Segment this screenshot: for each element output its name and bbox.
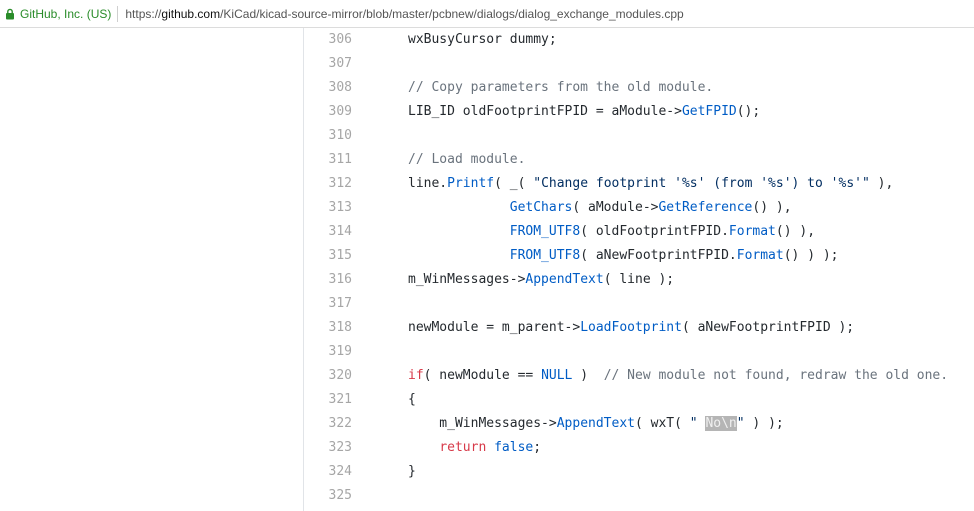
code-line: 314 FROM_UTF8( oldFootprintFPID.Format()… bbox=[304, 220, 974, 244]
code-line: 307 bbox=[304, 52, 974, 76]
code-text: { bbox=[408, 392, 416, 407]
line-number[interactable]: 310 bbox=[304, 124, 352, 148]
line-number[interactable]: 319 bbox=[304, 340, 352, 364]
line-number[interactable]: 316 bbox=[304, 268, 352, 292]
code-line: 315 FROM_UTF8( aNewFootprintFPID.Format(… bbox=[304, 244, 974, 268]
line-number[interactable]: 325 bbox=[304, 484, 352, 508]
line-number[interactable]: 308 bbox=[304, 76, 352, 100]
line-number[interactable]: 320 bbox=[304, 364, 352, 388]
code-line: 309 LIB_ID oldFootprintFPID = aModule->Ge… bbox=[304, 100, 974, 124]
line-number[interactable]: 307 bbox=[304, 52, 352, 76]
code-line: 317 bbox=[304, 292, 974, 316]
line-number[interactable]: 312 bbox=[304, 172, 352, 196]
line-number[interactable]: 317 bbox=[304, 292, 352, 316]
site-identity[interactable]: GitHub, Inc. (US) bbox=[20, 7, 111, 21]
code-text: if( newModule == NULL ) // New module no… bbox=[408, 368, 949, 383]
code-line: 319 bbox=[304, 340, 974, 364]
code-line: 323 return false; bbox=[304, 436, 974, 460]
line-number[interactable]: 315 bbox=[304, 244, 352, 268]
code-text: // Copy parameters from the old module. bbox=[408, 80, 714, 95]
code-line: 316 m_WinMessages->AppendText( line ); bbox=[304, 268, 974, 292]
code-text: // Load module. bbox=[408, 152, 526, 167]
code-text: } bbox=[408, 464, 416, 479]
code-line: 322 m_WinMessages->AppendText( wxT( " No… bbox=[304, 412, 974, 436]
code-text: return false; bbox=[439, 440, 542, 455]
code-line: 310 bbox=[304, 124, 974, 148]
address-bar[interactable]: GitHub, Inc. (US) https://github.com/KiC… bbox=[0, 0, 974, 28]
line-number[interactable]: 322 bbox=[304, 412, 352, 436]
code-text: line.Printf( _( "Change footprint '%s' (… bbox=[408, 176, 894, 191]
line-number[interactable]: 309 bbox=[304, 100, 352, 124]
lock-icon[interactable] bbox=[4, 8, 16, 20]
code-line: 321 { bbox=[304, 388, 974, 412]
code-text: m_WinMessages->AppendText( wxT( " No\n" … bbox=[408, 416, 784, 431]
line-number[interactable]: 321 bbox=[304, 388, 352, 412]
url-prefix: https:// bbox=[125, 6, 162, 21]
line-number[interactable]: 314 bbox=[304, 220, 352, 244]
code-view: 306 wxBusyCursor dummy; 307 308 // Copy para… bbox=[304, 28, 974, 511]
code-text: FROM_UTF8( aNewFootprintFPID.Format() ) … bbox=[509, 248, 839, 263]
code-line: 311 // Load module. bbox=[304, 148, 974, 172]
code-line: 306 wxBusyCursor dummy; bbox=[304, 28, 974, 52]
code-line: 325 bbox=[304, 484, 974, 508]
line-number[interactable]: 324 bbox=[304, 460, 352, 484]
code-line: 318 newModule = m_parent->LoadFootprint( … bbox=[304, 316, 974, 340]
code-text: wxBusyCursor dummy; bbox=[408, 32, 557, 47]
code-line: 324} bbox=[304, 460, 974, 484]
code-text: newModule = m_parent->LoadFootprint( aNe… bbox=[408, 320, 855, 335]
code-line: 312 line.Printf( _( "Change footprint '%s… bbox=[304, 172, 974, 196]
line-number[interactable]: 313 bbox=[304, 196, 352, 220]
code-line: 308 // Copy parameters from the old modul… bbox=[304, 76, 974, 100]
line-number[interactable]: 311 bbox=[304, 148, 352, 172]
code-text: GetChars( aModule->GetReference() ), bbox=[509, 200, 792, 215]
url-path: /KiCad/kicad-source-mirror/blob/master/p… bbox=[220, 6, 684, 21]
address-separator bbox=[117, 5, 119, 22]
code-text: FROM_UTF8( oldFootprintFPID.Format() ), bbox=[509, 224, 816, 239]
line-number[interactable]: 323 bbox=[304, 436, 352, 460]
code-line: 313 GetChars( aModule->GetReference() ), bbox=[304, 196, 974, 220]
code-text: m_WinMessages->AppendText( line ); bbox=[408, 272, 675, 287]
code-text: LIB_ID oldFootprintFPID = aModule->GetFP… bbox=[408, 104, 761, 119]
code-line: 320 if( newModule == NULL ) // New module… bbox=[304, 364, 974, 388]
line-number[interactable]: 318 bbox=[304, 316, 352, 340]
selected-text: No\n bbox=[705, 416, 737, 431]
url-text[interactable]: https://github.com/KiCad/kicad-source-mi… bbox=[125, 7, 683, 21]
left-blank-pane bbox=[0, 28, 304, 511]
line-number[interactable]: 306 bbox=[304, 28, 352, 52]
url-host: github.com bbox=[161, 6, 221, 21]
